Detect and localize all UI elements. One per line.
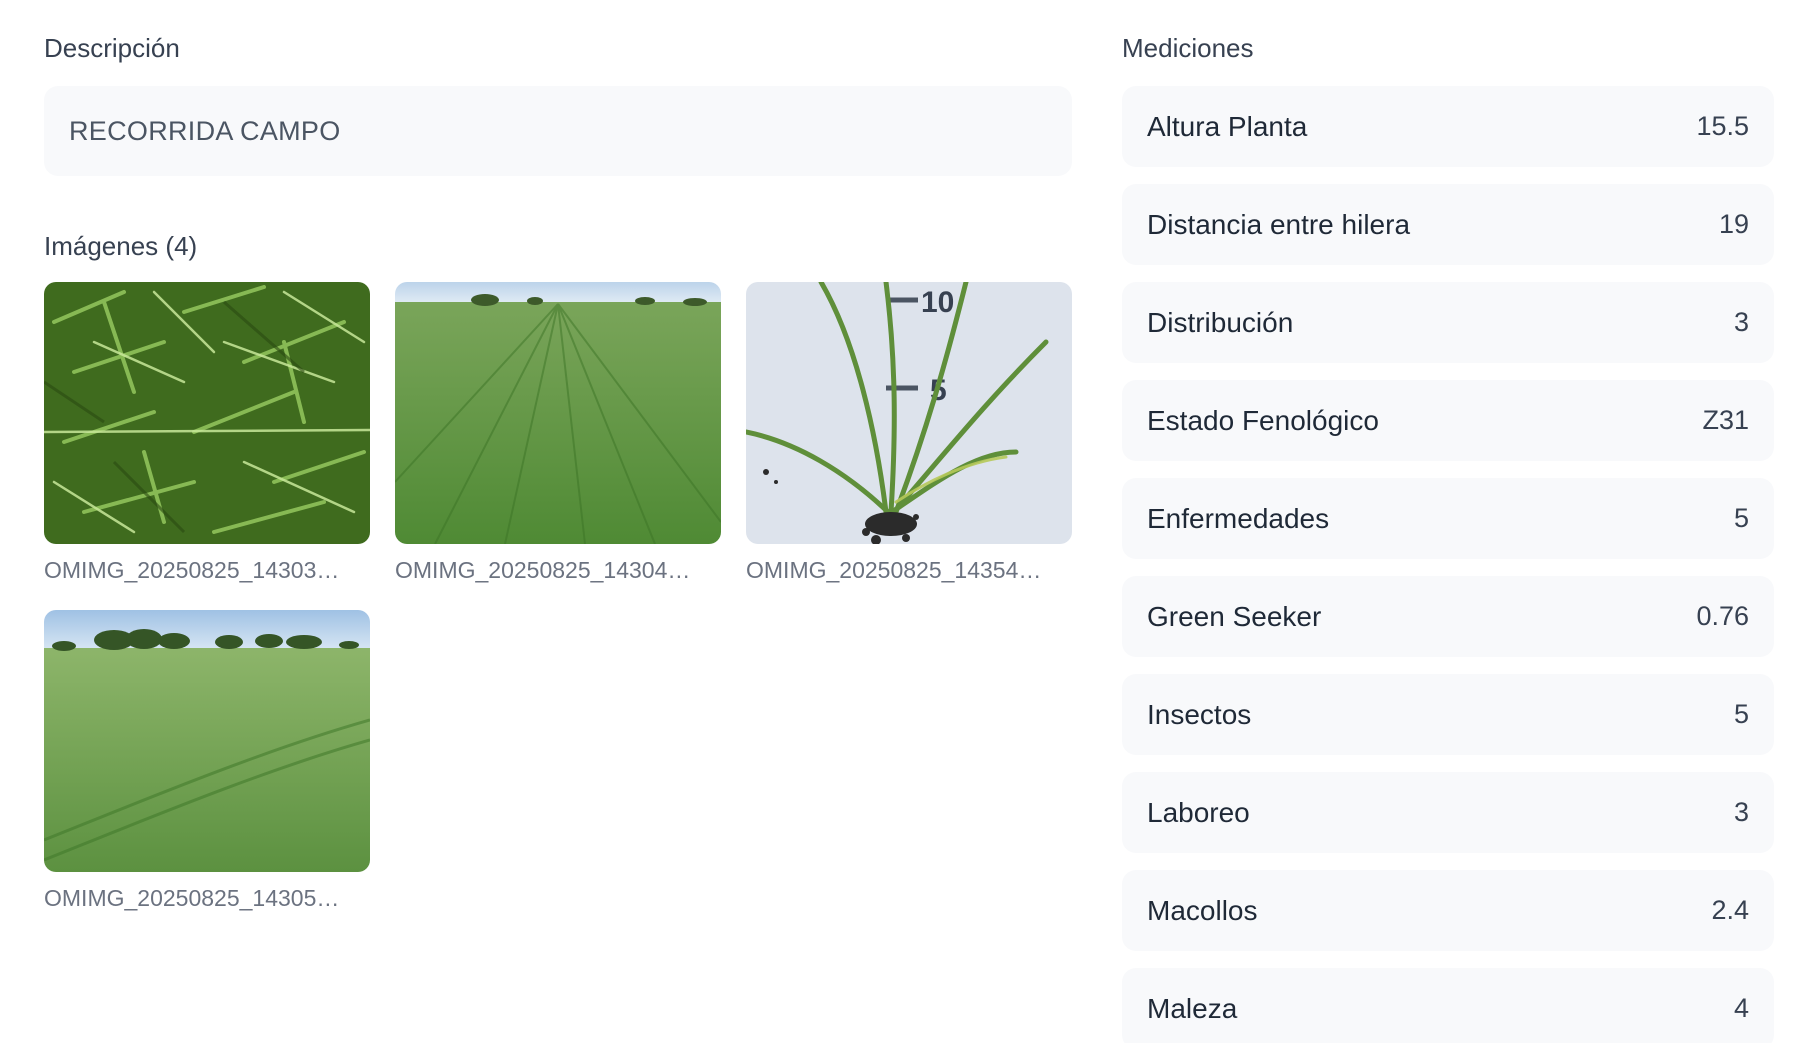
description-value: RECORRIDA CAMPO — [69, 115, 341, 146]
measurement-value: 5 — [1733, 699, 1749, 729]
image-caption: OMIMG_20250825_14303… — [44, 557, 340, 583]
measurement-row: Green Seeker 0.76 — [1122, 576, 1774, 657]
wheat-closeup-photo-icon[interactable] — [44, 282, 370, 544]
field-trees-photo-icon[interactable] — [44, 610, 370, 872]
measurement-row: Insectos 5 — [1122, 674, 1774, 755]
measurement-label: Green Seeker — [1147, 600, 1322, 632]
measurement-row: Distancia entre hilera 19 — [1122, 184, 1774, 265]
measurement-value: 5 — [1733, 503, 1749, 533]
measurement-label: Distancia entre hilera — [1147, 208, 1411, 240]
measurement-label: Estado Fenológico — [1147, 404, 1379, 436]
measurement-label: Maleza — [1147, 992, 1238, 1024]
measurement-label: Enfermedades — [1147, 502, 1330, 534]
measurement-value: 0.76 — [1696, 601, 1749, 631]
measurement-row: Altura Planta 15.5 — [1122, 86, 1774, 167]
measurement-value: 15.5 — [1696, 111, 1749, 141]
right-column: Mediciones Altura Planta 15.5 Distancia … — [1122, 30, 1774, 1043]
measurement-row: Laboreo 3 — [1122, 772, 1774, 853]
left-column: Descripción RECORRIDA CAMPO Imágenes (4) — [44, 30, 1072, 912]
image-card[interactable]: OMIMG_20250825_14304… — [395, 282, 721, 584]
measurement-value: 3 — [1733, 797, 1749, 827]
measurement-row: Distribución 3 — [1122, 282, 1774, 363]
images-title: Imágenes (4) — [44, 231, 198, 261]
image-grid: OMIMG_20250825_14303… OMIMG_20250825_143… — [44, 282, 1072, 912]
measurement-value: 2.4 — [1711, 895, 1749, 925]
measurement-row: Macollos 2.4 — [1122, 870, 1774, 951]
measurement-value: 4 — [1733, 993, 1749, 1023]
image-caption: OMIMG_20250825_14354… — [746, 557, 1042, 583]
measurement-label: Laboreo — [1147, 796, 1250, 828]
image-card[interactable]: OMIMG_20250825_14303… — [44, 282, 370, 584]
field-horizon-photo-icon[interactable] — [395, 282, 721, 544]
measurement-row: Enfermedades 5 — [1122, 478, 1774, 559]
measurement-label: Distribución — [1147, 306, 1294, 338]
measurement-value: 3 — [1733, 307, 1749, 337]
measurement-row: Maleza 4 — [1122, 968, 1774, 1043]
ruler-label-10: 10 — [921, 286, 954, 319]
measurement-label: Altura Planta — [1147, 110, 1308, 142]
image-card[interactable]: 10 5 OMIMG_20250825_14354… — [746, 282, 1072, 584]
description-box: RECORRIDA CAMPO — [44, 86, 1072, 176]
measurement-value: 19 — [1718, 209, 1749, 239]
description-title: Descripción — [44, 33, 180, 63]
measurements-list: Altura Planta 15.5 Distancia entre hiler… — [1122, 86, 1774, 1043]
measurement-label: Macollos — [1147, 894, 1258, 926]
plant-ruler-photo-icon[interactable]: 10 5 — [746, 282, 1072, 544]
measurement-value: Z31 — [1702, 405, 1749, 435]
measurements-title: Mediciones — [1122, 33, 1254, 63]
image-card[interactable]: OMIMG_20250825_14305… — [44, 610, 370, 912]
measurement-row: Estado Fenológico Z31 — [1122, 380, 1774, 461]
measurement-label: Insectos — [1147, 698, 1252, 730]
image-caption: OMIMG_20250825_14305… — [44, 885, 340, 911]
image-caption: OMIMG_20250825_14304… — [395, 557, 691, 583]
